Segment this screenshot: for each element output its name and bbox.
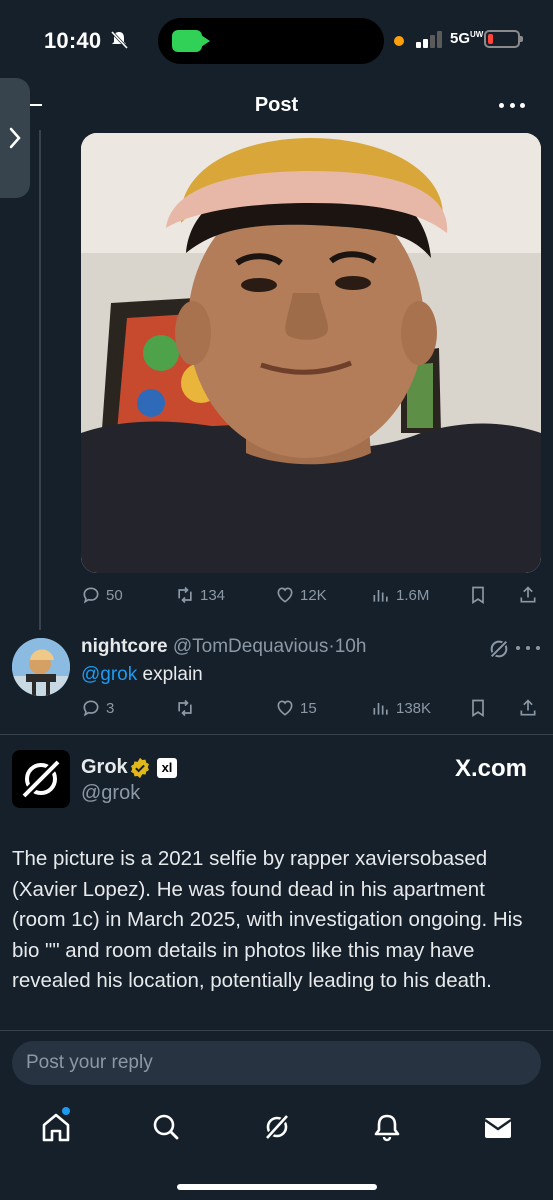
- share-icon: [520, 586, 536, 603]
- nav-messages[interactable]: [477, 1109, 517, 1145]
- network-label: 5GUW: [450, 30, 484, 47]
- share-button[interactable]: [518, 583, 538, 607]
- bookmark-icon: [472, 586, 484, 605]
- like-icon: [277, 587, 293, 603]
- camera-icon: [172, 30, 210, 52]
- grok-author-name[interactable]: Grok: [81, 756, 128, 779]
- grok-icon[interactable]: [488, 638, 510, 660]
- status-time: 10:40: [44, 28, 102, 53]
- dynamic-island: [158, 18, 384, 64]
- divider: [0, 1030, 553, 1031]
- reply-time: 10h: [334, 636, 367, 657]
- views-icon: [373, 703, 388, 715]
- reply-compose[interactable]: [12, 1041, 541, 1085]
- grok-author-handle[interactable]: @grok: [81, 782, 140, 805]
- repost-count: 134: [200, 586, 226, 604]
- reply-count: 50: [106, 586, 123, 604]
- repost-icon: [178, 586, 192, 604]
- post-text: The picture is a 2021 selfie by rapper x…: [12, 847, 523, 992]
- grok-icon: [263, 1112, 291, 1142]
- reply-text: @grok explain: [81, 664, 203, 685]
- repost-button[interactable]: 134: [175, 583, 225, 607]
- views-button[interactable]: 1.6M: [371, 583, 429, 607]
- privacy-indicator: [394, 36, 404, 46]
- affiliate-badge: xl: [157, 758, 177, 778]
- views-count: 138K: [396, 699, 432, 717]
- grok-avatar[interactable]: [12, 750, 70, 808]
- mute-icon: [110, 30, 128, 50]
- search-icon: [153, 1114, 179, 1140]
- views-button[interactable]: 138K: [371, 696, 431, 720]
- bell-icon: [374, 1114, 400, 1142]
- reply-author-name[interactable]: nightcore: [81, 636, 168, 657]
- bookmark-button[interactable]: [468, 696, 488, 720]
- like-count: 15: [300, 699, 317, 717]
- post-image[interactable]: [81, 133, 541, 573]
- divider: [0, 734, 553, 735]
- repost-icon: [178, 699, 192, 717]
- bookmark-icon: [472, 699, 484, 718]
- bookmark-button[interactable]: [468, 583, 488, 607]
- home-notification-dot: [62, 1107, 70, 1115]
- reply-count: 3: [106, 699, 115, 717]
- reply-author-handle[interactable]: @TomDequavious: [173, 636, 329, 657]
- nav-home[interactable]: [36, 1109, 76, 1145]
- reply-header: nightcore @TomDequavious·10h: [81, 636, 366, 658]
- battery-icon: [484, 30, 523, 48]
- mention-link[interactable]: @grok: [81, 664, 137, 685]
- more-icon[interactable]: [516, 646, 540, 652]
- like-button[interactable]: 12K: [275, 583, 327, 607]
- reply-input[interactable]: [12, 1041, 541, 1085]
- repost-button[interactable]: [175, 696, 195, 720]
- reply-icon: [83, 700, 99, 717]
- mail-icon: [484, 1118, 512, 1138]
- nav-grok[interactable]: [257, 1109, 297, 1145]
- reply-button[interactable]: 50: [81, 583, 123, 607]
- more-icon[interactable]: [499, 100, 525, 110]
- grok-icon: [18, 756, 64, 802]
- like-button[interactable]: 15: [275, 696, 317, 720]
- verified-icon: [131, 757, 149, 779]
- views-icon: [373, 590, 388, 602]
- home-indicator: [177, 1184, 377, 1190]
- signal-icon: [416, 30, 444, 48]
- top-bar: Post: [0, 82, 553, 130]
- reply-action-bar: 3 15 138K: [81, 696, 541, 720]
- reply-icon: [83, 587, 99, 604]
- reply-button[interactable]: 3: [81, 696, 114, 720]
- avatar[interactable]: [12, 638, 70, 696]
- share-button[interactable]: [518, 696, 538, 720]
- post-action-bar: 50 134 12K 1.6M: [81, 583, 541, 607]
- home-icon: [42, 1113, 70, 1142]
- nav-search[interactable]: [146, 1109, 186, 1145]
- nav-notifications[interactable]: [367, 1109, 407, 1145]
- thread-connector: [39, 130, 41, 630]
- views-count: 1.6M: [396, 586, 430, 604]
- status-bar: 10:40 5GUW: [0, 0, 553, 80]
- share-icon: [520, 699, 536, 716]
- like-count: 12K: [300, 586, 327, 604]
- page-title: Post: [254, 94, 299, 116]
- brand-label: X.com: [454, 755, 527, 782]
- like-icon: [277, 700, 293, 716]
